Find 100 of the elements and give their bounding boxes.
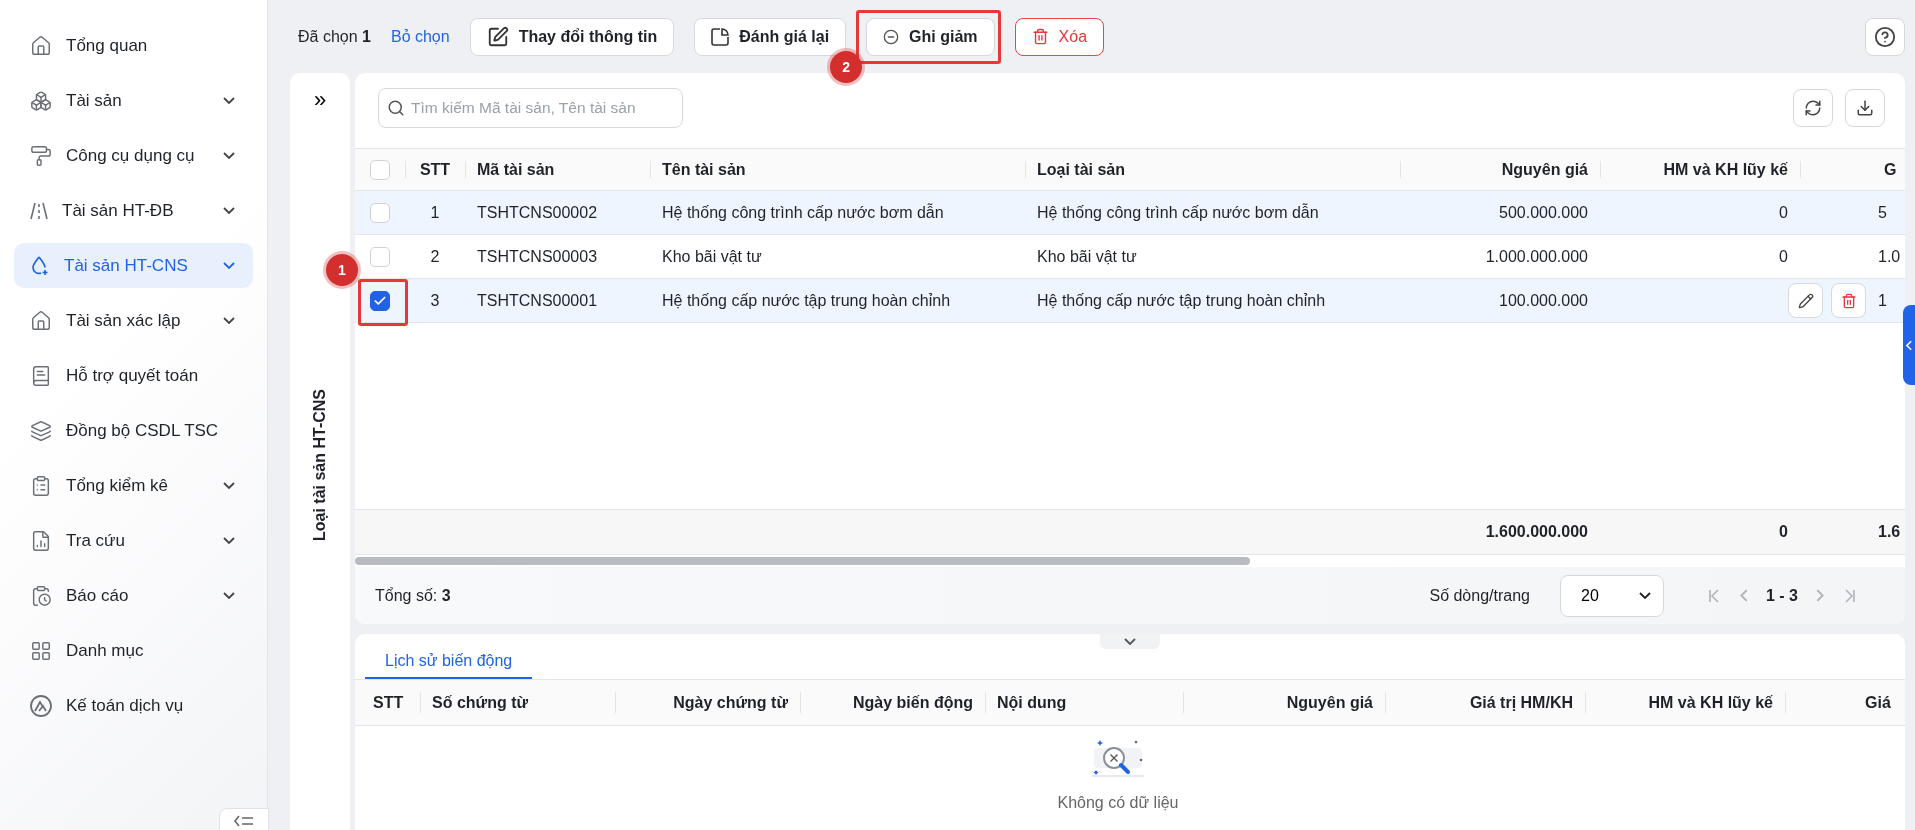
table-row[interactable]: 1 TSHTCNS00002 Hệ thống công trình cấp nước bơm dẫn Hệ thống công trình cấp nước bơm dẫn 500.000.000 0 5	[355, 191, 1905, 235]
toolbar-button[interactable]: Ghi giảm	[866, 17, 995, 56]
table-cell: 2	[430, 247, 440, 266]
scrollbar-thumb[interactable]	[355, 557, 1250, 565]
total-value: 1.6	[1878, 523, 1901, 541]
sidebar-item[interactable]: Tổng kiểm kê	[14, 463, 253, 508]
table-row[interactable]: 3 TSHTCNS00001 Hệ thống cấp nước tập trung hoàn chỉnh Hệ thống cấp nước tập trung hoàn chỉnh 100.000.000 1	[355, 279, 1905, 323]
table-cell: Hệ thống công trình cấp nước bơm dẫn	[1037, 203, 1319, 222]
sidebar-item[interactable]: Tài sản HT-CNS	[14, 243, 253, 288]
column-header: Giá	[1865, 693, 1891, 712]
table-cell: 1.0	[1878, 247, 1901, 266]
first-page-icon	[1709, 588, 1720, 603]
callout-frame	[358, 279, 408, 326]
column-header: HM và KH lũy kế	[1648, 693, 1773, 712]
column-header: Ngày biến động	[853, 693, 973, 712]
clipboard-icon	[30, 474, 52, 497]
page-size-label: Số dòng/trang	[1429, 586, 1530, 605]
table-cell: 0	[1779, 203, 1788, 222]
deselect-link[interactable]: Bỏ chọn	[390, 27, 450, 46]
download-icon	[1856, 99, 1874, 117]
minus-circle-icon	[883, 28, 900, 45]
edit-icon	[486, 25, 509, 48]
boxes-icon	[30, 89, 52, 112]
circle-logo-icon	[30, 694, 52, 717]
table-cell: 500.000.000	[1499, 203, 1588, 222]
empty-message: Không có dữ liệu	[1057, 794, 1179, 812]
table-cell: 3	[430, 291, 440, 310]
delete-button[interactable]: Xóa	[1014, 17, 1105, 56]
chevron-down-icon	[223, 482, 235, 489]
table-cell: 1.000.000.000	[1485, 247, 1588, 266]
chevron-down-icon	[223, 317, 235, 324]
chevron-left-icon	[1906, 339, 1912, 351]
droplet-plus-icon	[30, 255, 50, 276]
trash-icon	[1031, 28, 1049, 45]
trash-icon	[1840, 292, 1857, 309]
select-all-checkbox[interactable]	[370, 159, 390, 180]
column-header: STT	[419, 160, 451, 179]
chevron-down-icon	[223, 592, 235, 599]
house-icon	[30, 309, 52, 332]
table-cell: Hệ thống công trình cấp nước bơm dẫn	[662, 203, 944, 222]
column-header: HM và KH lũy kế	[1663, 160, 1788, 179]
column-header: Số chứng từ	[432, 693, 529, 712]
delete-row-button[interactable]	[1831, 283, 1866, 318]
side-drawer-tab[interactable]	[1903, 305, 1915, 385]
grid-icon	[30, 639, 52, 662]
road-icon	[30, 201, 48, 220]
sidebar-item[interactable]: Kế toán dịch vụ	[14, 683, 253, 728]
sidebar-item[interactable]: Tài sản xác lập	[14, 298, 253, 343]
column-header: STT	[373, 693, 404, 712]
clipboard-clock-icon	[30, 584, 52, 607]
page-size-select[interactable]: 20	[1560, 574, 1664, 617]
table-cell: TSHTCNS00003	[477, 247, 598, 266]
collapse-icon	[234, 815, 254, 827]
chevron-down-icon	[1639, 592, 1651, 599]
total-value: 0	[1779, 523, 1788, 541]
download-button[interactable]	[1845, 89, 1885, 127]
column-header: Loại tài sản	[1037, 160, 1126, 179]
sidebar-item[interactable]: Đồng bộ CSDL TSC	[14, 408, 253, 453]
edit-row-button[interactable]	[1788, 283, 1823, 318]
search-field[interactable]: Tìm kiếm Mã tài sản, Tên tài sản	[378, 88, 683, 128]
table-cell: 5	[1878, 203, 1887, 222]
column-header: Nội dung	[997, 693, 1067, 712]
table-cell: TSHTCNS00001	[477, 291, 598, 310]
table-cell: Kho bãi vật tư	[662, 247, 762, 266]
table-cell: 100.000.000	[1499, 291, 1588, 310]
sidebar-item[interactable]: Công cụ dụng cụ	[14, 133, 253, 178]
sidebar-item[interactable]: Tổng quan	[14, 23, 253, 68]
table-cell: TSHTCNS00002	[477, 203, 598, 222]
chevron-down-icon	[223, 207, 235, 214]
chevron-right-icon	[1816, 589, 1824, 602]
panel-title: Loại tài sản HT-CNS	[311, 389, 329, 542]
sidebar-item[interactable]: Tài sản	[14, 78, 253, 123]
house-icon	[30, 34, 52, 57]
sidebar-item[interactable]: Hỗ trợ quyết toán	[14, 353, 253, 398]
pencil-icon	[1797, 292, 1814, 309]
total-value: 1.600.000.000	[1485, 523, 1588, 541]
sidebar-item[interactable]: Tra cứu	[14, 518, 253, 563]
expand-panel-button[interactable]: »	[313, 87, 327, 113]
chevron-down-icon	[223, 262, 235, 269]
table-cell: Hệ thống cấp nước tập trung hoàn chỉnh	[662, 291, 951, 310]
table-cell: 0	[1779, 247, 1788, 266]
paint-roller-icon	[30, 144, 52, 167]
toolbar-button[interactable]: Đánh giá lại	[694, 17, 847, 56]
toolbar-button[interactable]: Thay đổi thông tin	[469, 17, 675, 56]
collapse-handle[interactable]	[1100, 634, 1160, 649]
chevron-down-icon	[223, 152, 235, 159]
page-range: 1 - 3	[1765, 586, 1799, 605]
column-header: Giá trị HM/KH	[1469, 693, 1573, 712]
help-button[interactable]	[1865, 17, 1905, 56]
row-checkbox[interactable]	[370, 290, 390, 311]
column-header: Ngày chứng từ	[673, 693, 788, 712]
layers-icon	[30, 419, 52, 442]
sidebar-item[interactable]: Báo cáo	[14, 573, 253, 618]
column-header: Nguyên giá	[1286, 693, 1373, 712]
table-cell: Kho bãi vật tư	[1037, 247, 1137, 266]
sidebar-item[interactable]: Tài sản HT-ĐB	[14, 188, 253, 233]
file-chart-icon	[30, 529, 52, 552]
refresh-button[interactable]	[1793, 89, 1833, 127]
column-header: G	[1884, 160, 1897, 179]
sidebar-item[interactable]: Danh mục	[14, 628, 253, 673]
